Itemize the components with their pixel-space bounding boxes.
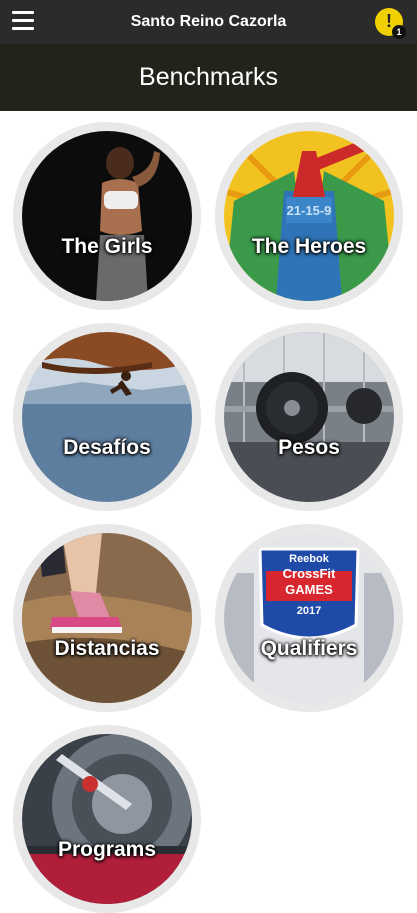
exclamation-alert-icon[interactable]: ! 1: [375, 8, 406, 39]
top-app-bar: Santo Reino Cazorla ! 1: [0, 0, 417, 44]
tile-the-heroes[interactable]: 21-15-9 The Heroes: [215, 122, 403, 310]
hamburger-menu-icon[interactable]: [12, 11, 34, 31]
tile-label: Pesos: [278, 436, 340, 459]
tile-desafios[interactable]: Desafíos: [13, 323, 201, 511]
tile-label: The Heroes: [251, 235, 367, 258]
tile-distancias[interactable]: Distancias: [13, 524, 201, 712]
tile-label: Distancias: [54, 637, 160, 660]
tile-pesos[interactable]: Pesos: [215, 323, 403, 511]
section-header: Benchmarks: [0, 44, 417, 111]
page-title: Benchmarks: [139, 63, 278, 91]
notification-count-badge: 1: [392, 25, 406, 39]
pesos-image: [224, 332, 394, 502]
tile-label: Programs: [57, 838, 157, 861]
desafios-image: [22, 332, 192, 502]
qualifiers-badge-brand: Reebok: [289, 553, 329, 565]
qualifiers-badge-year: 2017: [296, 605, 322, 617]
tile-label: Desafíos: [63, 436, 151, 459]
tile-programs[interactable]: Programs: [13, 725, 201, 913]
distancias-image: [22, 533, 192, 703]
tile-the-girls[interactable]: The Girls: [13, 122, 201, 310]
the-heroes-image: 21-15-9: [224, 131, 394, 301]
programs-image: [22, 734, 192, 904]
app-title: Santo Reino Cazorla: [130, 13, 287, 30]
tile-label: The Girls: [61, 235, 153, 258]
qualifiers-badge-crossfit: CrossFit: [282, 566, 336, 581]
qualifiers-badge-games: GAMES: [285, 582, 333, 597]
svg-text:21-15-9: 21-15-9: [287, 203, 332, 218]
qualifiers-image: Reebok CrossFit GAMES 2017: [224, 533, 394, 703]
the-girls-image: [22, 131, 192, 301]
tile-label: Qualifiers: [260, 637, 358, 660]
tile-qualifiers[interactable]: Reebok CrossFit GAMES 2017 Qualifiers: [215, 524, 403, 712]
